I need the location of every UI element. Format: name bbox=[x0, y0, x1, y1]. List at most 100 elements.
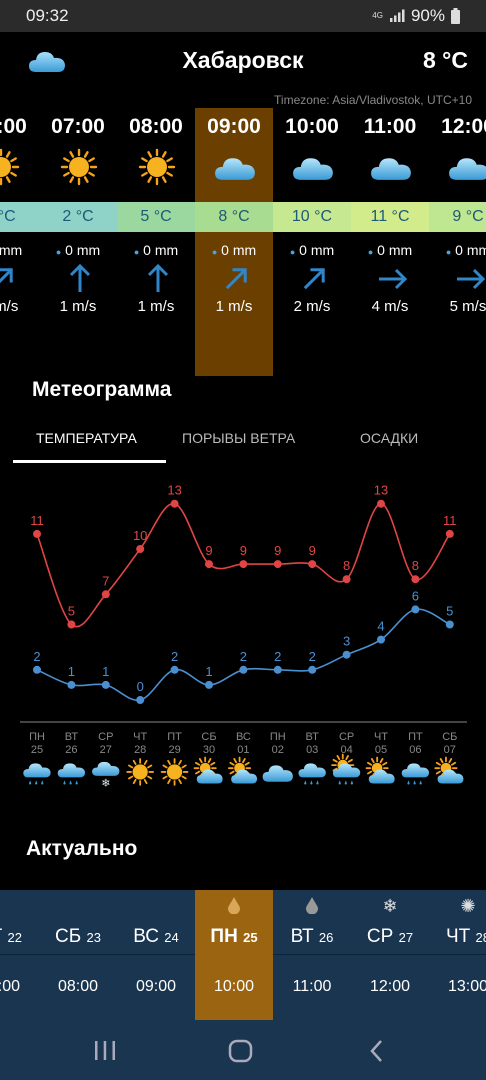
data-point bbox=[205, 560, 213, 569]
day-time[interactable]: 13:00 bbox=[429, 978, 486, 996]
meteogram-tabs: ТЕМПЕРАТУРА ПОРЫВЫ ВЕТРА ОСАДКИ bbox=[0, 418, 486, 464]
hour-precipitation: ● 0 mm bbox=[39, 242, 117, 258]
hour-column[interactable]: 09:00 8 °C ● 0 mm 1 m/s bbox=[195, 108, 273, 376]
tick-day-number: 01 bbox=[237, 744, 249, 756]
day-selector[interactable]: ЧТ 22 07:00 СБ 23 08:00 ВС 24 09:00 ПН 25 10:00… bbox=[0, 890, 486, 1020]
hour-column[interactable]: 06:00 2 °C ● 0 mm 1 m/s bbox=[0, 108, 39, 376]
precip-value: 0 mm bbox=[377, 242, 413, 258]
day-number: 22 bbox=[7, 930, 23, 945]
cloud-rain-icon bbox=[23, 763, 51, 785]
day-column[interactable]: СБ 23 08:00 bbox=[39, 890, 117, 1020]
tick-day-name: СР bbox=[98, 731, 113, 743]
tab-temperature[interactable]: ТЕМПЕРАТУРА bbox=[36, 430, 137, 446]
wind-speed: 1 m/s bbox=[0, 298, 19, 315]
network-type: 4G bbox=[372, 11, 383, 20]
tick-day-number: 05 bbox=[375, 744, 387, 756]
drop-icon: ● bbox=[445, 247, 452, 257]
hour-precipitation: ● 0 mm bbox=[351, 242, 429, 258]
day-time[interactable]: 10:00 bbox=[195, 978, 273, 996]
tab-wind-gusts[interactable]: ПОРЫВЫ ВЕТРА bbox=[182, 430, 295, 446]
hour-column[interactable]: 11:00 11 °C ● 0 mm 4 m/s bbox=[351, 108, 429, 376]
data-label: 2 bbox=[240, 649, 247, 664]
tick-day-name: СБ bbox=[201, 731, 216, 743]
city-name[interactable]: Хабаровск bbox=[0, 47, 486, 74]
tick-day-number: 03 bbox=[306, 744, 318, 756]
tick-day-number: 30 bbox=[203, 744, 215, 756]
day-name: ПН bbox=[210, 926, 238, 947]
day-time[interactable]: 12:00 bbox=[351, 978, 429, 996]
hour-precipitation: ● 0 mm bbox=[0, 242, 39, 258]
hour-column[interactable]: 12:00 9 °C ● 0 mm 5 m/s bbox=[429, 108, 486, 376]
data-point bbox=[411, 575, 420, 584]
tick-day-number: 07 bbox=[444, 744, 456, 756]
hour-label: 10:00 bbox=[285, 115, 339, 138]
precip-value: 0 mm bbox=[65, 242, 101, 258]
hour-temperature: 8 °C bbox=[195, 202, 273, 232]
hour-precipitation: ● 0 mm bbox=[273, 242, 351, 258]
hour-temperature: 2 °C bbox=[39, 202, 117, 232]
day-time[interactable]: 07:00 bbox=[0, 978, 39, 996]
data-label: 1 bbox=[68, 664, 75, 679]
cloud-icon bbox=[293, 158, 333, 180]
tick-day-number: 29 bbox=[168, 744, 180, 756]
data-point bbox=[308, 665, 317, 674]
data-point bbox=[67, 620, 76, 629]
data-point bbox=[377, 635, 385, 644]
day-number: 25 bbox=[243, 930, 258, 945]
day-column[interactable]: ВС 24 09:00 bbox=[117, 890, 195, 1020]
recent-apps-icon[interactable] bbox=[90, 1036, 120, 1066]
hour-precipitation: ● 0 mm bbox=[429, 242, 486, 258]
day-column[interactable]: ЧТ 22 07:00 bbox=[0, 890, 39, 1020]
battery-percent: 90% bbox=[410, 6, 445, 25]
data-label: 9 bbox=[274, 543, 281, 558]
day-label: СР 27 bbox=[351, 926, 429, 948]
day-column[interactable]: ВТ 26 11:00 bbox=[273, 890, 351, 1020]
wind-speed: 1 m/s bbox=[59, 298, 97, 315]
cloud-snow-icon: ❄ bbox=[92, 761, 120, 789]
day-name: ВТ bbox=[290, 926, 314, 947]
drop-icon: ● bbox=[367, 247, 374, 257]
data-point bbox=[33, 665, 41, 674]
day-time[interactable]: 09:00 bbox=[117, 978, 195, 996]
hour-column[interactable]: 08:00 5 °C ● 0 mm 1 m/s bbox=[117, 108, 195, 376]
precip-value: 0 mm bbox=[143, 242, 179, 258]
hour-precipitation: ● 0 mm bbox=[117, 242, 195, 258]
data-point bbox=[239, 560, 248, 569]
wind-speed: 1 m/s bbox=[215, 298, 253, 315]
hour-column[interactable]: 10:00 10 °C ● 0 mm 2 m/s bbox=[273, 108, 351, 376]
wind-direction-icon bbox=[303, 268, 325, 290]
day-time[interactable]: 08:00 bbox=[39, 978, 117, 996]
day-number: 27 bbox=[398, 930, 414, 945]
day-column[interactable]: ✺ ЧТ 28 13:00 bbox=[429, 890, 486, 1020]
status-time: 09:32 bbox=[26, 6, 69, 25]
tab-precipitation[interactable]: ОСАДКИ bbox=[360, 430, 418, 446]
hour-temperature: 10 °C bbox=[273, 202, 351, 232]
day-column[interactable]: ❄ СР 27 12:00 bbox=[351, 890, 429, 1020]
sun-cloud-rain-icon bbox=[331, 753, 361, 785]
day-time[interactable]: 11:00 bbox=[273, 978, 351, 996]
cloud-icon bbox=[449, 158, 486, 180]
day-column[interactable]: ПН 25 10:00 bbox=[195, 890, 273, 1020]
wind-direction-icon bbox=[225, 268, 247, 290]
tick-day-name: ЧТ bbox=[374, 731, 388, 743]
drop-icon bbox=[224, 896, 244, 916]
wind-speed: 1 m/s bbox=[137, 298, 175, 315]
sun-cloud-icon bbox=[228, 756, 258, 784]
hour-column[interactable]: 07:00 2 °C ● 0 mm 1 m/s bbox=[39, 108, 117, 376]
day-name: СР bbox=[366, 926, 394, 947]
data-label: 8 bbox=[343, 558, 350, 573]
day-label: ЧТ 28 bbox=[429, 926, 486, 948]
hour-temperature: 2 °C bbox=[0, 202, 39, 232]
data-point bbox=[342, 650, 351, 659]
data-label: 5 bbox=[68, 604, 75, 619]
home-icon[interactable] bbox=[226, 1036, 256, 1066]
precip-value: 0 mm bbox=[221, 242, 257, 258]
cloud-icon bbox=[262, 765, 293, 782]
data-point bbox=[136, 545, 145, 553]
back-icon[interactable] bbox=[362, 1036, 392, 1066]
hourly-forecast[interactable]: 06:002 °C● 0 mm1 m/s07:002 °C● 0 mm1 m/s… bbox=[0, 108, 486, 376]
svg-text:❄: ❄ bbox=[101, 776, 110, 789]
data-label: 3 bbox=[343, 634, 350, 649]
tick-day-number: 27 bbox=[100, 744, 112, 756]
tick-day-name: ПН bbox=[270, 731, 286, 743]
